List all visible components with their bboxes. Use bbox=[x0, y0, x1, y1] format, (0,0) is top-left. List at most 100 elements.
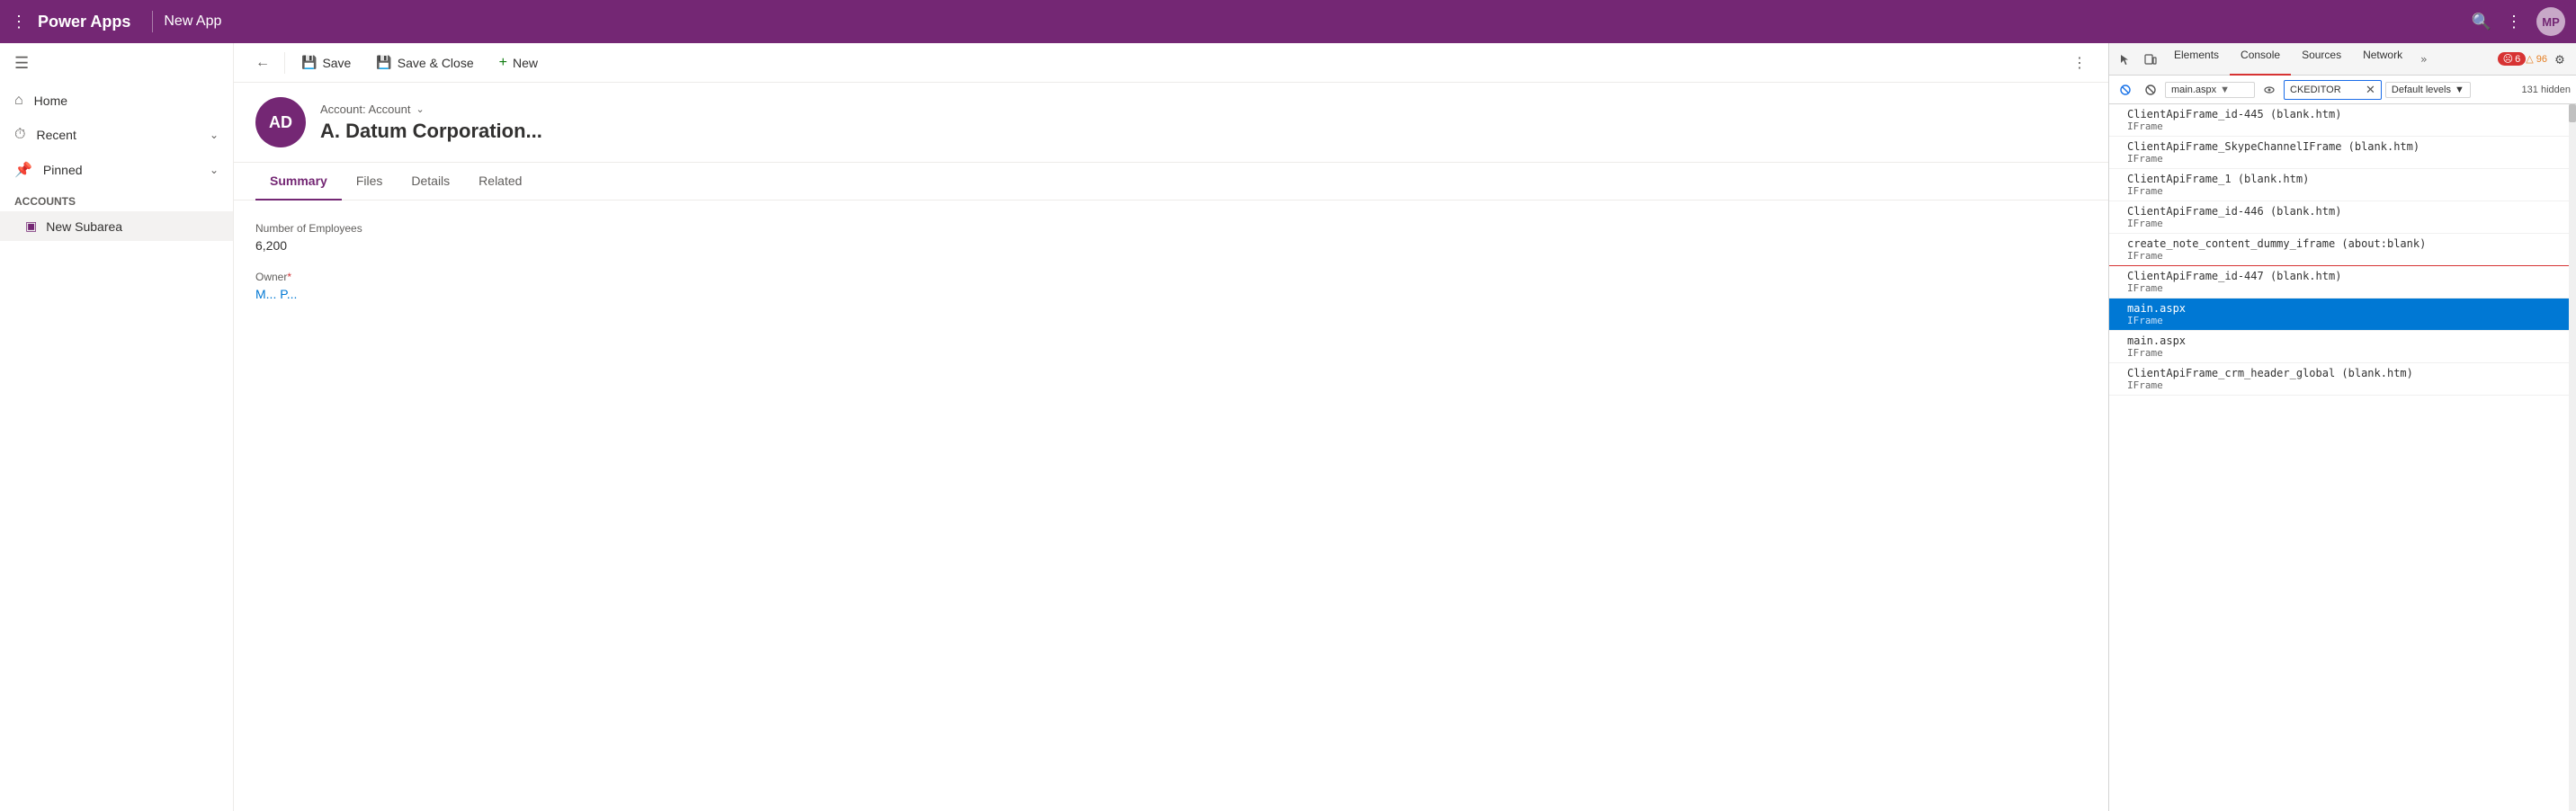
devtools-tab-sources[interactable]: Sources bbox=[2291, 43, 2352, 76]
frame-item-0-subtitle: IFrame bbox=[2127, 120, 2562, 132]
sidebar-home-label: Home bbox=[34, 94, 67, 108]
owner-value[interactable]: M... P... bbox=[255, 287, 2087, 301]
sidebar-item-pinned[interactable]: 📌 Pinned ⌄ bbox=[0, 152, 233, 188]
pinned-icon: 📌 bbox=[14, 161, 32, 179]
sidebar-item-new-subarea[interactable]: ▣ New Subarea bbox=[0, 211, 233, 241]
record-type[interactable]: Account: Account ⌄ bbox=[320, 102, 2087, 116]
frame-item-6-subtitle: IFrame bbox=[2127, 315, 2562, 326]
devtools-cursor-icon[interactable] bbox=[2113, 47, 2138, 72]
home-icon: ⌂ bbox=[14, 93, 23, 109]
scrollbar[interactable] bbox=[2569, 104, 2576, 811]
grid-icon[interactable]: ⋮ bbox=[11, 13, 27, 31]
console-content[interactable]: ❯ target record/main.aspx?... ClientApiF… bbox=[2109, 104, 2576, 811]
sidebar-accounts-section: Accounts bbox=[0, 188, 233, 211]
tab-details[interactable]: Details bbox=[397, 163, 464, 201]
employees-value: 6,200 bbox=[255, 238, 2087, 253]
frame-item-6-title: main.aspx bbox=[2127, 302, 2562, 315]
frame-item-3-title: ClientApiFrame_id-446 (blank.htm) bbox=[2127, 205, 2562, 218]
frame-item-1-title: ClientApiFrame_SkypeChannelIFrame (blank… bbox=[2127, 140, 2562, 153]
avatar[interactable]: MP bbox=[2536, 7, 2565, 36]
frame-item-5[interactable]: ClientApiFrame_id-447 (blank.htm) IFrame bbox=[2109, 266, 2569, 299]
top-bar-divider bbox=[152, 11, 153, 32]
save-icon: 💾 bbox=[301, 55, 317, 70]
devtools-eye-icon[interactable] bbox=[2258, 79, 2280, 101]
log-level-label: Default levels bbox=[2392, 85, 2451, 95]
sidebar: ☰ ⌂ Home ⏱ Recent ⌄ 📌 Pinned ⌄ Accounts … bbox=[0, 43, 234, 811]
search-icon[interactable]: 🔍 bbox=[2472, 13, 2491, 31]
frame-item-3-subtitle: IFrame bbox=[2127, 218, 2562, 229]
app-name: Power Apps bbox=[38, 13, 130, 31]
back-button[interactable]: ← bbox=[248, 49, 277, 76]
sidebar-item-home[interactable]: ⌂ Home bbox=[0, 84, 233, 118]
main-layout: ☰ ⌂ Home ⏱ Recent ⌄ 📌 Pinned ⌄ Accounts … bbox=[0, 43, 2576, 811]
frame-item-5-subtitle: IFrame bbox=[2127, 282, 2562, 294]
command-more-icon[interactable]: ⋮ bbox=[2065, 49, 2094, 77]
more-options-icon[interactable]: ⋮ bbox=[2506, 13, 2522, 31]
frame-item-0-title: ClientApiFrame_id-445 (blank.htm) bbox=[2127, 108, 2562, 120]
save-close-button[interactable]: 💾 Save & Close bbox=[367, 49, 482, 76]
frame-item-8-subtitle: IFrame bbox=[2127, 379, 2562, 391]
new-label: New bbox=[513, 56, 538, 70]
tab-summary[interactable]: Summary bbox=[255, 163, 342, 201]
record-info: Account: Account ⌄ A. Datum Corporation.… bbox=[320, 102, 2087, 143]
frame-item-6[interactable]: main.aspx IFrame bbox=[2109, 299, 2569, 331]
log-level-selector[interactable]: Default levels ▼ bbox=[2385, 82, 2471, 98]
record-name: A. Datum Corporation... bbox=[320, 120, 2087, 143]
frame-item-1[interactable]: ClientApiFrame_SkypeChannelIFrame (blank… bbox=[2109, 137, 2569, 169]
owner-label: Owner* bbox=[255, 271, 2087, 283]
frame-item-4[interactable]: create_note_content_dummy_iframe (about:… bbox=[2109, 234, 2569, 266]
error-count-badge: ☹6 bbox=[2498, 52, 2527, 66]
frame-item-2[interactable]: ClientApiFrame_1 (blank.htm) IFrame bbox=[2109, 169, 2569, 201]
sidebar-recent-label: Recent bbox=[36, 128, 76, 142]
frame-item-7-subtitle: IFrame bbox=[2127, 347, 2562, 359]
filter-input[interactable] bbox=[2290, 85, 2362, 95]
frame-item-8-title: ClientApiFrame_crm_header_global (blank.… bbox=[2127, 367, 2562, 379]
devtools-device-icon[interactable] bbox=[2138, 47, 2163, 72]
record-header: AD Account: Account ⌄ A. Datum Corporati… bbox=[234, 83, 2108, 163]
save-label: Save bbox=[322, 56, 351, 70]
employees-label: Number of Employees bbox=[255, 222, 2087, 235]
hidden-count: 131 hidden bbox=[2522, 85, 2571, 95]
form-content: Number of Employees 6,200 Owner* M... P.… bbox=[234, 201, 2108, 811]
frame-item-3[interactable]: ClientApiFrame_id-446 (blank.htm) IFrame bbox=[2109, 201, 2569, 234]
warning-count-badge: △ 96 bbox=[2526, 53, 2547, 65]
devtools-tab-network[interactable]: Network bbox=[2352, 43, 2413, 76]
devtools-tab-elements[interactable]: Elements bbox=[2163, 43, 2230, 76]
tab-related[interactable]: Related bbox=[464, 163, 536, 201]
devtools-clear-icon[interactable] bbox=[2140, 79, 2161, 101]
devtools-toolbar: main.aspx ▼ ✕ Default levels ▼ 131 hidde… bbox=[2109, 76, 2576, 104]
sidebar-item-recent[interactable]: ⏱ Recent ⌄ bbox=[0, 118, 233, 152]
devtools-tab-console[interactable]: Console bbox=[2230, 43, 2291, 76]
frame-item-0[interactable]: ClientApiFrame_id-445 (blank.htm) IFrame bbox=[2109, 104, 2569, 137]
record-type-chevron-icon: ⌄ bbox=[416, 103, 424, 115]
save-button[interactable]: 💾 Save bbox=[292, 49, 360, 76]
top-bar: ⋮ Power Apps New App 🔍 ⋮ MP bbox=[0, 0, 2576, 43]
frame-item-5-title: ClientApiFrame_id-447 (blank.htm) bbox=[2127, 270, 2562, 282]
devtools-block-icon[interactable] bbox=[2115, 79, 2136, 101]
tab-files[interactable]: Files bbox=[342, 163, 398, 201]
frame-item-7[interactable]: main.aspx IFrame bbox=[2109, 331, 2569, 363]
frame-selector[interactable]: main.aspx ▼ bbox=[2165, 82, 2255, 98]
filter-clear-icon[interactable]: ✕ bbox=[2366, 83, 2375, 97]
sidebar-toggle[interactable]: ☰ bbox=[0, 43, 233, 84]
record-avatar: AD bbox=[255, 97, 306, 147]
frame-item-2-subtitle: IFrame bbox=[2127, 185, 2562, 197]
scroll-thumb[interactable] bbox=[2569, 104, 2576, 122]
frame-item-8[interactable]: ClientApiFrame_crm_header_global (blank.… bbox=[2109, 363, 2569, 396]
subarea-icon: ▣ bbox=[25, 218, 37, 234]
new-button[interactable]: + New bbox=[490, 49, 547, 76]
frame-item-4-title: create_note_content_dummy_iframe (about:… bbox=[2127, 237, 2562, 250]
frame-chevron-icon: ▼ bbox=[2220, 85, 2230, 95]
save-close-icon: 💾 bbox=[376, 55, 391, 70]
devtools-settings-icon[interactable]: ⚙ bbox=[2547, 47, 2572, 72]
frame-item-1-subtitle: IFrame bbox=[2127, 153, 2562, 165]
devtools-more-tabs[interactable]: » bbox=[2413, 48, 2434, 71]
recent-icon: ⏱ bbox=[14, 127, 25, 143]
frame-selector-value: main.aspx bbox=[2171, 85, 2216, 95]
filter-input-wrap: ✕ bbox=[2284, 80, 2382, 100]
frame-item-2-title: ClientApiFrame_1 (blank.htm) bbox=[2127, 173, 2562, 185]
app-title: New App bbox=[164, 13, 221, 30]
devtools-panel: Elements Console Sources Network » ☹6 △ … bbox=[2108, 43, 2576, 811]
owner-field: Owner* M... P... bbox=[255, 271, 2087, 301]
employees-field: Number of Employees 6,200 bbox=[255, 222, 2087, 253]
